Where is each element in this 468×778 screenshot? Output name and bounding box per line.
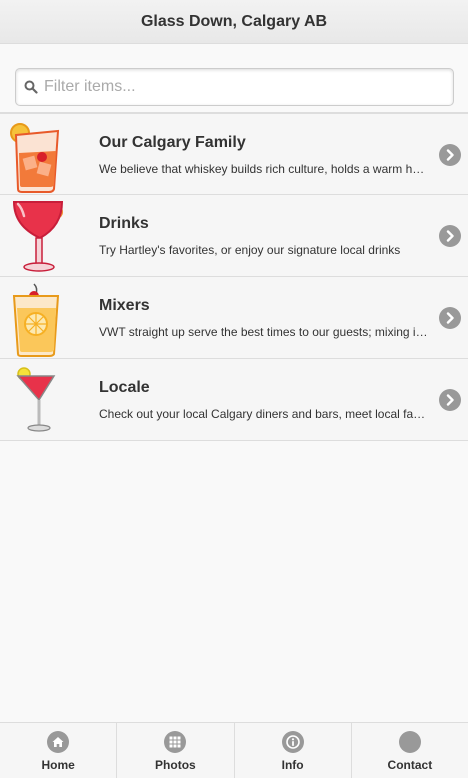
grid-icon xyxy=(164,731,187,753)
lemon-cocktail-icon xyxy=(12,283,60,357)
list-item-drinks[interactable]: Drinks Try Hartley's favorites, or enjoy… xyxy=(0,195,468,277)
chevron-right-icon xyxy=(439,144,461,166)
old-fashioned-glass-icon xyxy=(10,123,60,193)
list-item-our-calgary-family[interactable]: Our Calgary Family We believe that whisk… xyxy=(0,113,468,195)
tab-contact[interactable]: Contact xyxy=(352,723,468,778)
tab-bar: Home Photos Info Contact xyxy=(0,722,468,778)
chevron-right-icon xyxy=(439,307,461,329)
list-item-title: Drinks xyxy=(99,215,149,232)
tab-info[interactable]: Info xyxy=(235,723,352,778)
home-icon xyxy=(47,731,70,753)
menu-list: Our Calgary Family We believe that whisk… xyxy=(0,113,468,441)
search-input[interactable] xyxy=(44,69,444,105)
list-item-locale[interactable]: Locale Check out your local Calgary dine… xyxy=(0,359,468,441)
list-item-title: Locale xyxy=(99,379,150,396)
tab-label: Info xyxy=(281,758,304,772)
search-icon xyxy=(18,68,44,106)
app-header: Glass Down, Calgary AB xyxy=(0,0,468,44)
list-item-description: VWT straight up serve the best times to … xyxy=(99,325,429,339)
list-item-description: We believe that whiskey builds rich cult… xyxy=(99,162,429,176)
contact-icon xyxy=(398,731,421,753)
list-item-title: Our Calgary Family xyxy=(99,134,246,151)
tab-label: Contact xyxy=(387,758,433,772)
tab-home[interactable]: Home xyxy=(0,723,118,778)
list-item-mixers[interactable]: Mixers VWT straight up serve the best ti… xyxy=(0,277,468,359)
page-title: Glass Down, Calgary AB xyxy=(140,12,328,30)
tab-photos[interactable]: Photos xyxy=(117,723,235,778)
list-item-description: Try Hartley's favorites, or enjoy our si… xyxy=(99,243,401,257)
list-item-description: Check out your local Calgary diners and … xyxy=(99,407,429,421)
cocktail-glass-icon xyxy=(12,201,64,272)
search-bar xyxy=(0,45,468,113)
tab-label: Photos xyxy=(155,758,196,772)
tab-label: Home xyxy=(41,758,75,772)
info-icon xyxy=(281,731,304,753)
search-field[interactable] xyxy=(15,68,454,106)
chevron-right-icon xyxy=(439,225,461,247)
chevron-right-icon xyxy=(439,389,461,411)
martini-glass-icon xyxy=(16,367,56,432)
list-item-title: Mixers xyxy=(99,297,150,314)
